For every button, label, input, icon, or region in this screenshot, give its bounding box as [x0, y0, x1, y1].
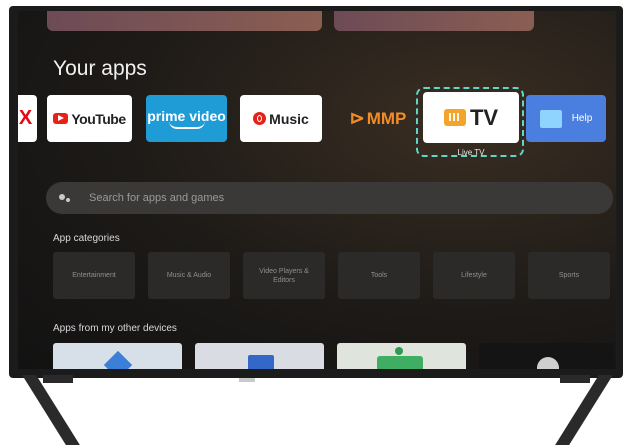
device-app-tile[interactable]	[53, 343, 182, 369]
app-live-tv[interactable]: TV	[423, 92, 519, 143]
focused-app-label: Live TV	[457, 148, 485, 157]
app-youtube[interactable]: YouTube	[47, 95, 132, 142]
category-lifestyle[interactable]: Lifestyle	[433, 252, 515, 299]
power-indicator	[239, 378, 255, 382]
device-app-tile[interactable]	[479, 343, 614, 369]
help-book-icon	[539, 109, 562, 128]
tv-screen: Your apps X YouTube prime video Music ⊳ …	[18, 11, 616, 369]
app-youtube-label: YouTube	[71, 110, 126, 127]
app-prime-video[interactable]: prime video	[146, 95, 227, 142]
device-app-thumbnail	[395, 347, 403, 355]
app-help-label: Help	[571, 113, 593, 124]
app-mmp[interactable]: ⊳ MMP	[338, 95, 418, 142]
banner-tile[interactable]	[47, 11, 322, 31]
category-label: Lifestyle	[461, 272, 487, 279]
tv-stand-left-top	[43, 375, 73, 383]
search-placeholder: Search for apps and games	[89, 192, 225, 204]
app-live-tv-label: TV	[469, 104, 499, 130]
youtube-logo-icon	[53, 113, 69, 124]
banner-tile[interactable]	[334, 11, 534, 31]
category-music-audio[interactable]: Music & Audio	[148, 252, 230, 299]
device-app-thumbnail	[103, 350, 133, 369]
tv-logo-icon	[443, 109, 466, 126]
category-tools[interactable]: Tools	[338, 252, 420, 299]
app-netflix-label: X	[18, 107, 33, 129]
search-bar[interactable]: Search for apps and games	[46, 182, 613, 214]
device-app-thumbnail	[248, 355, 274, 369]
app-help[interactable]: Help	[526, 95, 606, 142]
prime-smile-icon	[168, 121, 205, 129]
app-categories-title: App categories	[53, 233, 120, 244]
device-app-thumbnail	[377, 356, 423, 369]
tv-stand-left	[22, 375, 80, 445]
category-label: Tools	[370, 272, 388, 279]
device-app-tile[interactable]	[337, 343, 466, 369]
category-sports[interactable]: Sports	[528, 252, 610, 299]
section-title-your-apps: Your apps	[53, 57, 147, 80]
category-label: Video Players & Editors	[259, 267, 309, 284]
device-app-thumbnail	[537, 357, 559, 369]
app-music-label: Music	[269, 110, 309, 127]
mmp-logo-icon: ⊳	[349, 108, 365, 128]
category-entertainment[interactable]: Entertainment	[53, 252, 135, 299]
category-video-players[interactable]: Video Players & Editors	[243, 252, 325, 299]
app-music[interactable]: Music	[240, 95, 322, 142]
apps-from-other-devices-title: Apps from my other devices	[53, 323, 177, 334]
category-label: Music & Audio	[166, 272, 212, 279]
device-app-tile[interactable]	[195, 343, 324, 369]
tv-stand-right-top	[560, 375, 590, 383]
app-mmp-label: MMP	[366, 108, 407, 128]
tv-stand-right	[555, 375, 613, 445]
assistant-icon[interactable]	[59, 192, 71, 204]
app-netflix[interactable]: X	[18, 95, 37, 142]
music-logo-icon	[253, 112, 267, 125]
category-label: Sports	[558, 272, 580, 279]
category-label: Entertainment	[72, 272, 116, 279]
